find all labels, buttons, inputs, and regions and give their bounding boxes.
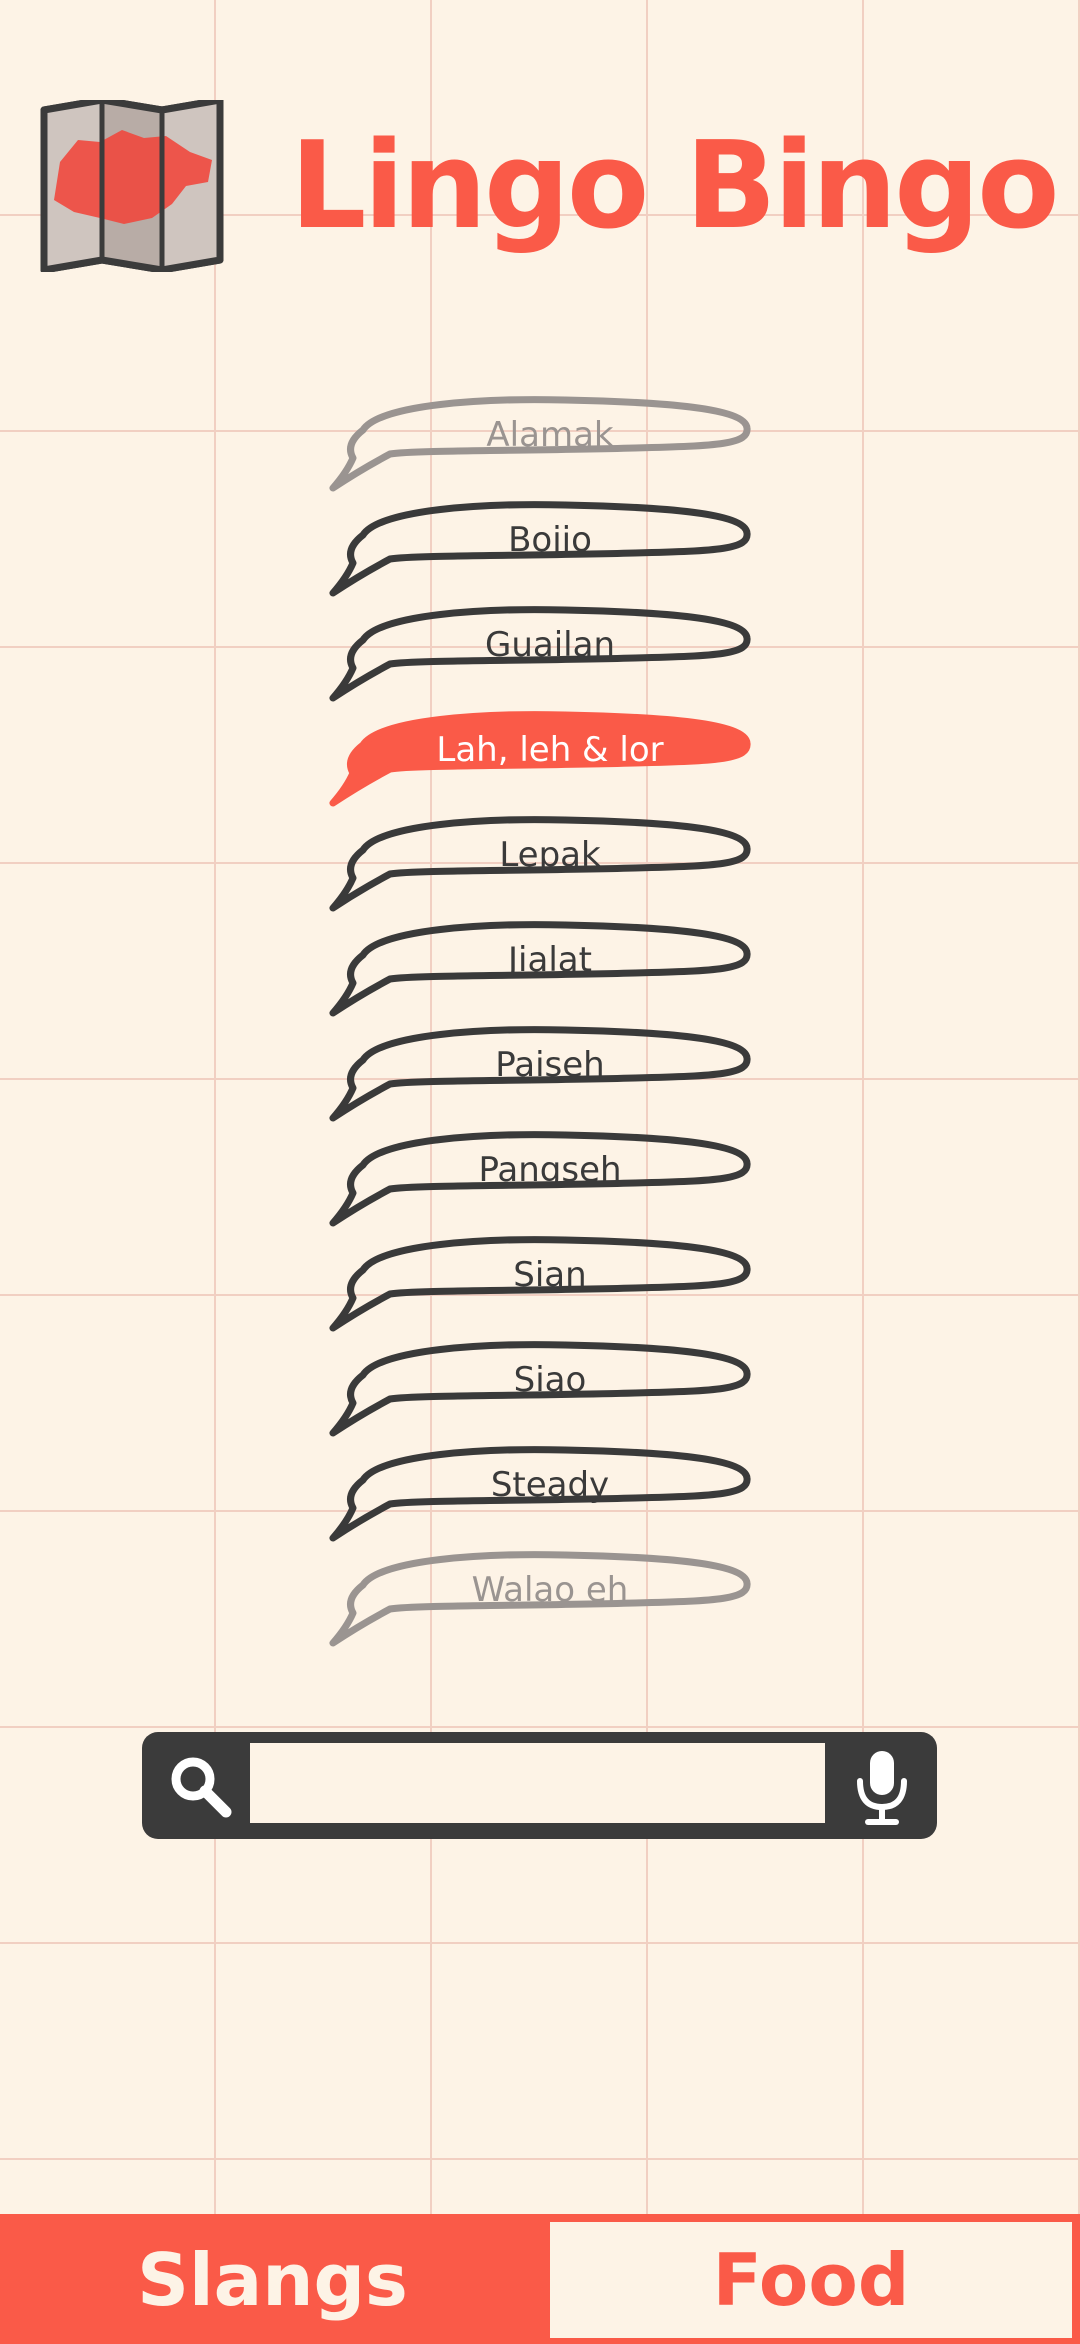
singapore-map-icon (40, 100, 224, 272)
slang-list: Alamak Bojio Guailan Lah, leh & lor Lepa… (325, 396, 755, 1656)
slang-bubble-lah-leh-lor[interactable]: Lah, leh & lor (325, 711, 755, 816)
slang-bubble-paiseh[interactable]: Paiseh (325, 1026, 755, 1131)
search-bar (142, 1732, 937, 1839)
slang-label: Sian (513, 1255, 587, 1295)
search-icon[interactable] (167, 1753, 233, 1819)
slang-label: Walao eh (471, 1570, 629, 1610)
slang-bubble-guailan[interactable]: Guailan (325, 606, 755, 711)
slang-bubble-sian[interactable]: Sian (325, 1236, 755, 1341)
slang-bubble-walao-eh[interactable]: Walao eh (325, 1551, 755, 1656)
slang-label: Siao (513, 1360, 587, 1400)
microphone-icon[interactable] (852, 1747, 912, 1827)
slang-label: Lah, leh & lor (436, 730, 664, 770)
slang-label: Steady (490, 1465, 610, 1505)
bottom-tab-bar: Slangs Food (0, 2214, 1080, 2344)
slang-bubble-pangseh[interactable]: Pangseh (325, 1131, 755, 1236)
slang-label: Pangseh (478, 1150, 622, 1190)
slang-label: Alamak (486, 415, 614, 455)
slang-bubble-alamak[interactable]: Alamak (325, 396, 755, 501)
tab-slangs[interactable]: Slangs (0, 2222, 545, 2338)
search-input[interactable] (250, 1743, 825, 1823)
app-title: Lingo Bingo (290, 117, 1060, 256)
slang-bubble-siao[interactable]: Siao (325, 1341, 755, 1446)
slang-label: Bojio (508, 520, 592, 560)
slang-label: Guailan (484, 625, 615, 665)
slang-label: Jialat (508, 940, 592, 980)
slang-bubble-bojio[interactable]: Bojio (325, 501, 755, 606)
slang-label: Paiseh (495, 1045, 605, 1085)
tab-food[interactable]: Food (550, 2222, 1072, 2338)
slang-bubble-steady[interactable]: Steady (325, 1446, 755, 1551)
slang-bubble-jialat[interactable]: Jialat (325, 921, 755, 1026)
slang-bubble-lepak[interactable]: Lepak (325, 816, 755, 921)
slang-label: Lepak (499, 835, 601, 875)
